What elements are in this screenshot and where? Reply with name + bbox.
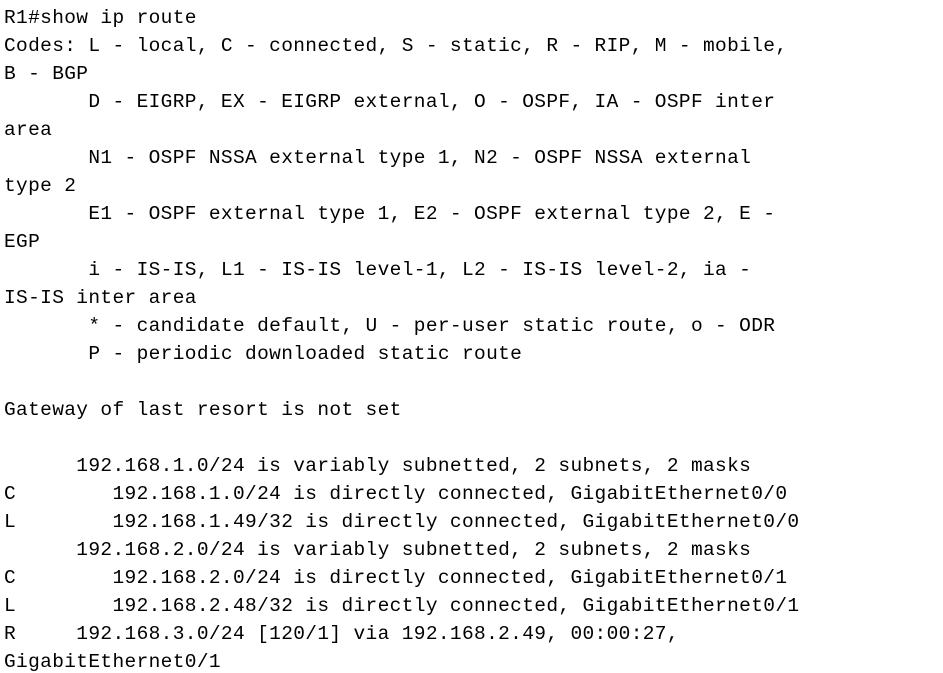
terminal-output-line: E1 - OSPF external type 1, E2 - OSPF ext… (4, 203, 776, 225)
terminal-output-line: i - IS-IS, L1 - IS-IS level-1, L2 - IS-I… (4, 259, 752, 281)
terminal-output-line: 192.168.2.0/24 is variably subnetted, 2 … (4, 539, 752, 561)
terminal-output-line: D - EIGRP, EX - EIGRP external, O - OSPF… (4, 91, 776, 113)
terminal-output-line: C 192.168.2.0/24 is directly connected, … (4, 567, 788, 589)
terminal-command-line: R1#show ip route (4, 7, 197, 29)
terminal-output-line: N1 - OSPF NSSA external type 1, N2 - OSP… (4, 147, 752, 169)
terminal-output-line: 192.168.1.0/24 is variably subnetted, 2 … (4, 455, 752, 477)
terminal-output-line: * - candidate default, U - per-user stat… (4, 315, 776, 337)
terminal-output-line: R 192.168.3.0/24 [120/1] via 192.168.2.4… (4, 623, 679, 645)
terminal-output-line: L 192.168.2.48/32 is directly connected,… (4, 595, 800, 617)
terminal-output-line: B - BGP (4, 63, 89, 85)
terminal-output-line: C 192.168.1.0/24 is directly connected, … (4, 483, 788, 505)
terminal-output-line: area (4, 119, 53, 141)
terminal-output-line: P - periodic downloaded static route (4, 343, 523, 365)
terminal-output-line: Codes: L - local, C - connected, S - sta… (4, 35, 788, 57)
terminal-output-line: EGP (4, 231, 41, 253)
terminal-output-pane[interactable]: R1#show ip route Codes: L - local, C - co… (0, 0, 943, 673)
terminal-output-line: L 192.168.1.49/32 is directly connected,… (4, 511, 800, 533)
terminal-output-line: type 2 (4, 175, 77, 197)
terminal-output-line: GigabitEthernet0/1 (4, 651, 221, 673)
terminal-output-line: Gateway of last resort is not set (4, 399, 402, 421)
terminal-output-line: IS-IS inter area (4, 287, 197, 309)
